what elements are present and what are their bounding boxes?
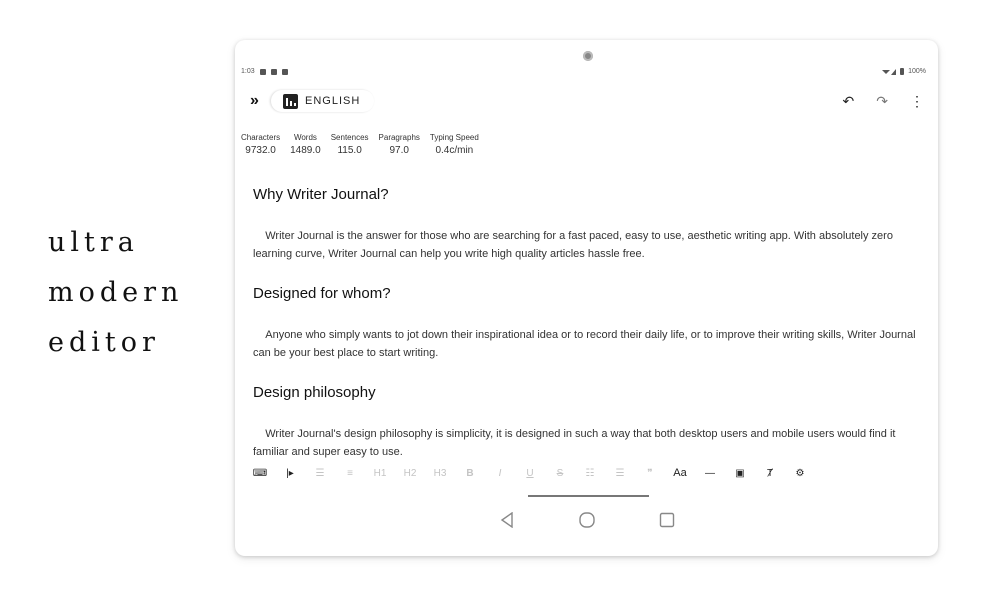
numbered-list-icon[interactable]: ☰ — [605, 468, 635, 479]
tagline: ultra modern editor — [48, 218, 183, 368]
heading-3-button[interactable]: H3 — [425, 468, 455, 479]
doc-heading[interactable]: Designed for whom? — [253, 285, 918, 302]
sim-icon — [270, 68, 277, 75]
editor-content[interactable]: Why Writer Journal? Writer Journal is th… — [253, 186, 918, 460]
download-icon — [281, 68, 288, 75]
language-label: ENGLISH — [305, 95, 361, 107]
camera-icon — [583, 51, 593, 61]
stat-label: Paragraphs — [378, 133, 420, 142]
stat-value: 0.4c/min — [435, 145, 474, 156]
stat-label: Sentences — [330, 133, 369, 142]
shield-icon — [259, 68, 266, 75]
keyboard-icon[interactable]: ⌨ — [245, 468, 275, 479]
battery-icon — [900, 68, 905, 75]
tablet-frame: 1:03 100% » ENGLISH ↶ ↷ ⋮ Characters 973… — [235, 40, 938, 556]
doc-paragraph[interactable]: Anyone who simply wants to jot down thei… — [253, 326, 918, 362]
indent-cursor-icon[interactable]: |▸ — [275, 468, 305, 479]
more-menu-icon[interactable]: ⋮ — [910, 92, 924, 110]
stat-characters: Characters 9732.0 — [241, 133, 280, 156]
clear-format-icon[interactable]: Ⱦ — [755, 468, 785, 479]
format-toolbar: ⌨ |▸ ☰ ≡ H1 H2 H3 B I U S ☷ ☰ ❞ Aa — ▣ Ⱦ… — [235, 464, 805, 482]
stat-typing-speed: Typing Speed 0.4c/min — [430, 133, 479, 156]
tagline-line-3: editor — [48, 327, 160, 358]
image-icon[interactable]: ▣ — [725, 468, 755, 479]
stat-label: Characters — [241, 133, 281, 142]
stat-value: 1489.0 — [290, 145, 321, 156]
outdent-icon[interactable]: ☰ — [305, 468, 335, 479]
stat-words: Words 1489.0 — [290, 133, 321, 156]
status-time: 1:03 — [241, 68, 255, 75]
tagline-line-2: modern — [48, 277, 184, 308]
heading-2-button[interactable]: H2 — [395, 468, 425, 479]
stat-label: Typing Speed — [429, 133, 479, 142]
quote-button[interactable]: ❞ — [635, 468, 665, 479]
underline-button[interactable]: U — [515, 468, 545, 479]
nav-home-icon[interactable] — [577, 510, 597, 530]
nav-recents-icon[interactable] — [657, 510, 677, 530]
settings-gear-icon[interactable]: ⚙ — [785, 468, 815, 479]
horizontal-rule-icon[interactable]: — — [695, 468, 725, 479]
italic-button[interactable]: I — [485, 468, 515, 479]
nav-back-icon[interactable] — [497, 510, 517, 530]
strikethrough-button[interactable]: S — [545, 468, 575, 479]
expand-sidebar-icon[interactable]: » — [250, 92, 259, 110]
app-toolbar: » ENGLISH ↶ ↷ ⋮ — [235, 90, 938, 114]
stats-chart-icon — [283, 93, 298, 109]
battery-level: 100% — [908, 68, 926, 75]
stat-paragraphs: Paragraphs 97.0 — [379, 133, 420, 156]
align-left-icon[interactable]: ≡ — [335, 468, 365, 479]
bullet-list-icon[interactable]: ☷ — [575, 468, 605, 479]
stat-label: Words — [293, 133, 317, 142]
bold-button[interactable]: B — [455, 468, 485, 479]
stat-value: 9732.0 — [245, 145, 276, 156]
heading-1-button[interactable]: H1 — [365, 468, 395, 479]
wifi-signal-icon — [882, 69, 897, 75]
doc-paragraph[interactable]: Writer Journal is the answer for those w… — [253, 227, 918, 263]
redo-icon[interactable]: ↷ — [876, 92, 888, 110]
doc-heading[interactable]: Design philosophy — [253, 384, 918, 401]
system-nav-bar — [497, 508, 677, 532]
status-bar: 1:03 100% — [241, 68, 926, 78]
doc-paragraph[interactable]: Writer Journal's design philosophy is si… — [253, 425, 918, 460]
gesture-handle — [528, 495, 649, 497]
stat-sentences: Sentences 115.0 — [331, 133, 369, 156]
stat-value: 97.0 — [389, 145, 409, 156]
undo-icon[interactable]: ↶ — [843, 92, 855, 110]
font-style-button[interactable]: Aa — [665, 467, 695, 479]
doc-heading[interactable]: Why Writer Journal? — [253, 186, 918, 203]
stat-value: 115.0 — [337, 145, 362, 156]
language-selector[interactable]: ENGLISH — [271, 90, 374, 112]
tagline-line-1: ultra — [48, 227, 139, 258]
stats-bar: Characters 9732.0 Words 1489.0 Sentences… — [241, 133, 479, 156]
